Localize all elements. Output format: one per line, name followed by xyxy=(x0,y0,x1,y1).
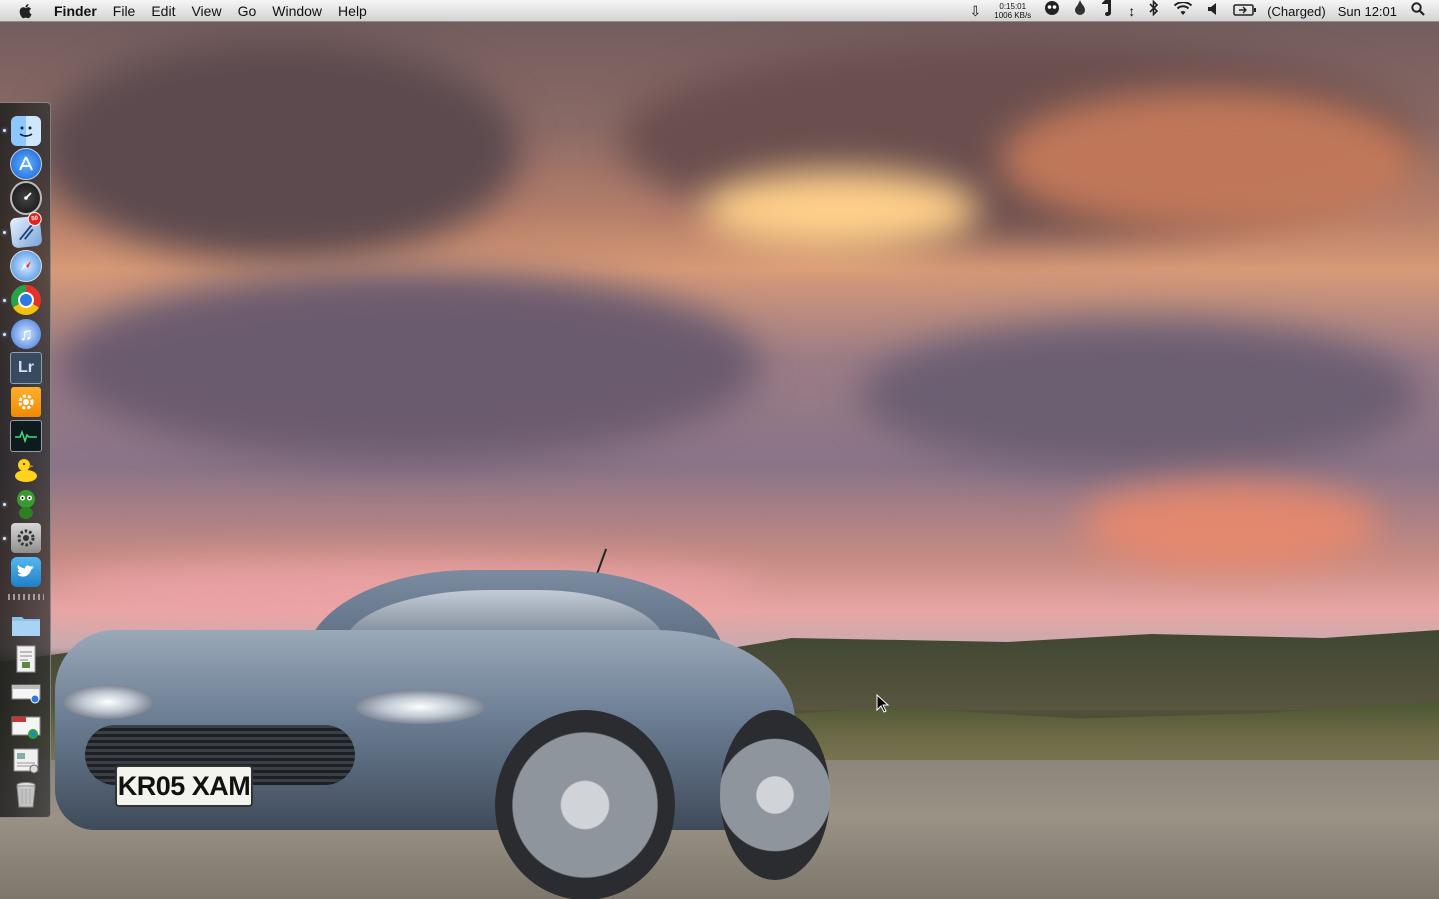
twitter-icon xyxy=(11,557,41,587)
menu-view[interactable]: View xyxy=(183,0,229,22)
documents-stack-icon xyxy=(11,644,41,674)
wallpaper-cloud xyxy=(1000,90,1420,230)
car-headlight-right xyxy=(355,690,485,724)
car-wheel-front xyxy=(495,710,675,899)
dock-item-safari[interactable] xyxy=(10,250,42,282)
car-license-plate: KR05 XAM xyxy=(115,765,253,807)
wallpaper-cloud xyxy=(60,270,760,460)
trash-icon xyxy=(11,780,41,810)
dock-item-finder[interactable] xyxy=(10,115,42,147)
desktop[interactable]: KR05 XAM Finder File Edit View Go Window… xyxy=(0,0,1439,899)
menu-edit[interactable]: Edit xyxy=(143,0,183,22)
dock-item-lightroom[interactable]: Lr xyxy=(10,352,42,384)
menubar-clock[interactable]: Sun 12:01 xyxy=(1338,4,1397,19)
dock-item-adium[interactable] xyxy=(10,454,42,486)
chrome-icon xyxy=(11,285,41,315)
wifi-icon[interactable] xyxy=(1173,0,1193,22)
dock-item-web-shortcut-stack[interactable] xyxy=(10,711,42,743)
finder-icon xyxy=(11,116,41,146)
network-time: 0:15:01 xyxy=(999,2,1027,11)
battery-status[interactable]: (Charged) xyxy=(1267,4,1326,19)
dock-item-downloads-stack[interactable] xyxy=(10,677,42,709)
mail-unread-badge: 50 xyxy=(26,211,43,227)
running-indicator xyxy=(3,503,6,506)
car-wheel-rear xyxy=(720,710,830,880)
dock-separator xyxy=(8,594,44,600)
sync-arrows-icon[interactable]: ↕ xyxy=(1128,0,1135,22)
network-monitor[interactable]: 0:15:01 1006 KB/s xyxy=(994,2,1031,20)
menu-window[interactable]: Window xyxy=(264,0,330,22)
preferences-gear-icon xyxy=(11,387,41,417)
mail-icon: 50 xyxy=(9,211,43,249)
dock-item-screenshot-stack[interactable] xyxy=(10,745,42,777)
app-store-icon xyxy=(10,148,42,180)
lightroom-label: Lr xyxy=(18,359,34,376)
wallpaper-cloud xyxy=(860,320,1420,470)
volume-icon[interactable] xyxy=(1207,0,1219,22)
menu-go[interactable]: Go xyxy=(230,0,265,22)
wallpaper-cloud xyxy=(1080,480,1380,570)
spotlight-search-icon[interactable] xyxy=(1411,2,1425,20)
dock-item-messenger[interactable] xyxy=(10,488,42,520)
itunes-icon: ♫ xyxy=(11,319,41,349)
alien-icon[interactable] xyxy=(1044,0,1060,22)
running-indicator xyxy=(3,333,6,336)
dock-item-system-preferences[interactable] xyxy=(10,522,42,554)
menu-file[interactable]: File xyxy=(105,0,144,22)
dock-item-itunes[interactable]: ♫ xyxy=(10,318,42,350)
dock-item-preferences[interactable] xyxy=(10,386,42,418)
menu-help[interactable]: Help xyxy=(330,0,375,22)
running-indicator xyxy=(3,129,6,132)
dock-item-app-store[interactable] xyxy=(10,148,42,180)
dock: 50 ♫ Lr xyxy=(0,102,51,818)
system-preferences-icon xyxy=(11,523,41,553)
lightroom-icon: Lr xyxy=(10,352,42,384)
apple-menu-icon[interactable] xyxy=(18,3,34,19)
screenshot-stack-icon xyxy=(11,746,41,776)
battery-icon[interactable] xyxy=(1233,0,1257,22)
running-indicator xyxy=(3,299,6,302)
running-indicator xyxy=(3,231,6,234)
dock-item-mail[interactable]: 50 xyxy=(9,211,43,249)
network-rate: 1006 KB/s xyxy=(994,11,1032,20)
dock-item-activity-monitor[interactable] xyxy=(10,420,42,452)
dock-item-twitter[interactable] xyxy=(10,556,42,588)
activity-monitor-icon xyxy=(10,420,42,452)
evernote-icon[interactable] xyxy=(1100,0,1114,22)
menu-bar: Finder File Edit View Go Window Help ⇩ 0… xyxy=(0,0,1439,22)
safari-icon xyxy=(10,250,42,282)
wallpaper-car: KR05 XAM xyxy=(55,548,830,899)
dock-item-chrome[interactable] xyxy=(10,284,42,316)
adium-duck-icon xyxy=(11,455,41,485)
wallpaper-cloud xyxy=(700,170,980,250)
web-shortcut-stack-icon xyxy=(11,712,41,742)
download-arrow-icon[interactable]: ⇩ xyxy=(970,0,982,22)
bluetooth-icon[interactable] xyxy=(1149,0,1159,22)
dock-item-dashboard[interactable] xyxy=(10,181,42,215)
dock-item-trash[interactable] xyxy=(10,779,42,811)
applications-folder-icon xyxy=(11,610,41,640)
dock-item-applications-folder[interactable] xyxy=(10,609,42,641)
running-indicator xyxy=(3,537,6,540)
messenger-alien-icon xyxy=(11,489,41,519)
dashboard-icon xyxy=(10,181,42,215)
dock-item-documents-stack[interactable] xyxy=(10,643,42,675)
wallpaper-cloud xyxy=(40,40,520,260)
flame-icon[interactable] xyxy=(1074,0,1086,22)
car-headlight-left xyxy=(63,685,153,719)
menu-app-name[interactable]: Finder xyxy=(46,0,105,22)
downloads-stack-icon xyxy=(11,678,41,708)
